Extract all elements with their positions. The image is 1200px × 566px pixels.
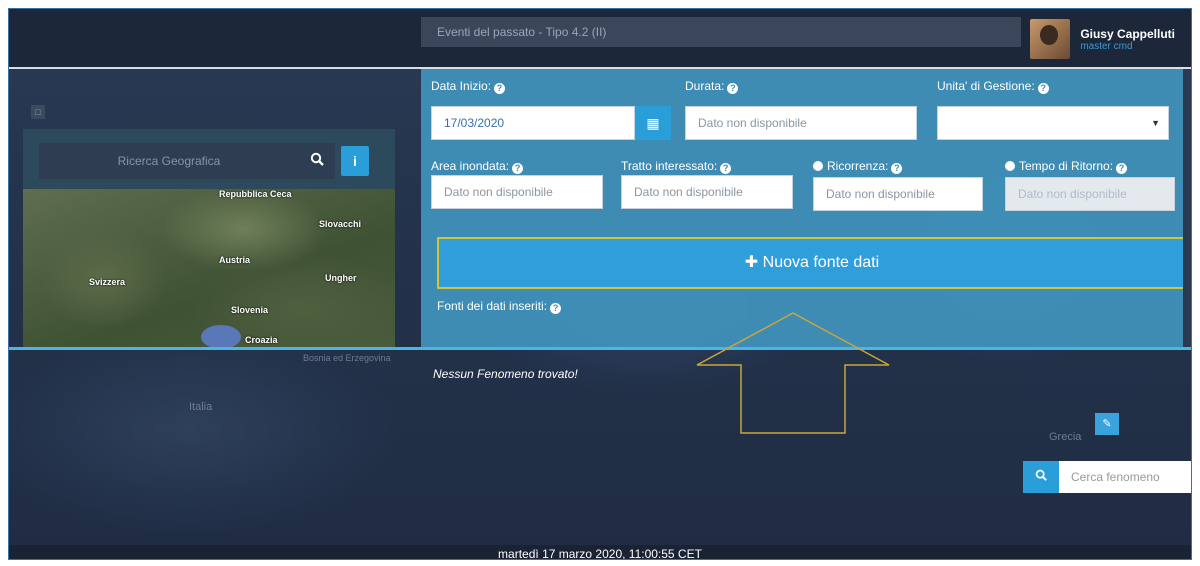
phenomenon-search-input[interactable]: Cerca fenomeno <box>1059 461 1191 493</box>
fonti-label: Fonti dei dati inseriti: <box>437 299 548 313</box>
ricorrenza-label: Ricorrenza: <box>827 159 889 173</box>
page-title: Eventi del passato - Tipo 4.2 (II) <box>421 17 1021 47</box>
panel-divider[interactable] <box>9 347 1191 350</box>
area-field[interactable]: Dato non disponibile <box>431 175 603 209</box>
help-icon[interactable]: ? <box>512 163 524 174</box>
geo-search-field[interactable]: Ricerca Geografica <box>39 143 335 179</box>
map-label: Repubblica Ceca <box>219 189 292 199</box>
avatar[interactable] <box>1030 19 1071 59</box>
user-role[interactable]: master cmd <box>1080 41 1175 52</box>
map-label: Austria <box>219 255 251 265</box>
map-label: Croazia <box>245 335 278 345</box>
help-icon[interactable]: ? <box>891 163 903 174</box>
durata-field[interactable]: Dato non disponibile <box>685 106 917 140</box>
overview-minimap[interactable]: Repubblica Ceca Slovacchi Austria Svizze… <box>23 189 395 349</box>
app-window: Eventi del passato - Tipo 4.2 (II) Giusy… <box>8 8 1192 560</box>
tempo-label: Tempo di Ritorno: <box>1019 159 1114 173</box>
durata-label-group: Durata:? <box>685 79 739 94</box>
search-icon[interactable] <box>299 152 335 170</box>
help-icon[interactable]: ? <box>1037 83 1049 94</box>
upload-arrow-icon <box>696 312 890 434</box>
area-label: Area inondata: <box>431 159 510 173</box>
map-label: Grecia <box>1049 431 1082 443</box>
help-icon[interactable]: ? <box>720 163 732 174</box>
map-zoom-icon[interactable]: □ <box>31 105 45 119</box>
tratto-label: Tratto interessato: <box>621 159 718 173</box>
map-label: Slovacchi <box>319 219 362 229</box>
fonti-label-group: Fonti dei dati inseriti:? <box>437 299 562 314</box>
map-label: Bosnia ed Erzegovina <box>303 353 391 363</box>
user-name: Giusy Cappelluti <box>1080 26 1175 41</box>
ricorrenza-label-group[interactable]: Ricorrenza:? <box>813 159 903 174</box>
no-results-message: Nessun Fenomeno trovato! <box>433 367 578 381</box>
tempo-label-group[interactable]: Tempo di Ritorno:? <box>1005 159 1128 174</box>
unita-label-group: Unita' di Gestione:? <box>937 79 1049 94</box>
chevron-down-icon: ▼ <box>1151 118 1160 128</box>
calendar-icon[interactable]: ▦ <box>635 106 671 140</box>
ricorrenza-radio[interactable] <box>813 161 823 171</box>
tratto-label-group: Tratto interessato:? <box>621 159 732 174</box>
edit-icon[interactable]: ✎ <box>1095 413 1119 435</box>
tempo-field: Dato non disponibile <box>1005 177 1175 211</box>
geo-panel: Ricerca Geografica i Repubblica Ceca Slo… <box>23 129 395 349</box>
help-icon[interactable]: ? <box>1116 163 1128 174</box>
help-icon[interactable]: ? <box>494 83 506 94</box>
info-button[interactable]: i <box>341 146 369 176</box>
geo-search-input[interactable]: Ricerca Geografica <box>39 154 299 168</box>
durata-label: Durata: <box>685 79 725 93</box>
ricorrenza-field[interactable]: Dato non disponibile <box>813 177 983 211</box>
new-source-button[interactable]: ✚ Nuova fonte dati <box>437 237 1187 289</box>
map-label: Ungher <box>325 273 357 283</box>
unita-label: Unita' di Gestione: <box>937 79 1035 93</box>
data-inizio-label: Data Inizio: <box>431 79 492 93</box>
search-icon[interactable] <box>1023 461 1059 493</box>
data-inizio-label-group: Data Inizio:? <box>431 79 506 94</box>
data-inizio-field[interactable]: 17/03/2020 <box>431 106 635 140</box>
scrollbar[interactable] <box>1183 69 1191 349</box>
help-icon[interactable]: ? <box>550 303 562 314</box>
area-label-group: Area inondata:? <box>431 159 524 174</box>
map-label: Svizzera <box>89 277 126 287</box>
map-label: Slovenia <box>231 305 269 315</box>
map-label: Italia <box>189 401 213 413</box>
sea-shape <box>201 325 241 349</box>
unita-select[interactable]: ▼ <box>937 106 1169 140</box>
status-bar: martedì 17 marzo 2020, 11:00:55 CET <box>9 545 1191 559</box>
user-menu[interactable]: Giusy Cappelluti master cmd <box>1030 17 1175 61</box>
tempo-radio[interactable] <box>1005 161 1015 171</box>
tratto-field[interactable]: Dato non disponibile <box>621 175 793 209</box>
plus-icon: ✚ <box>744 254 763 271</box>
new-source-label: Nuova fonte dati <box>762 254 880 271</box>
help-icon[interactable]: ? <box>727 83 739 94</box>
